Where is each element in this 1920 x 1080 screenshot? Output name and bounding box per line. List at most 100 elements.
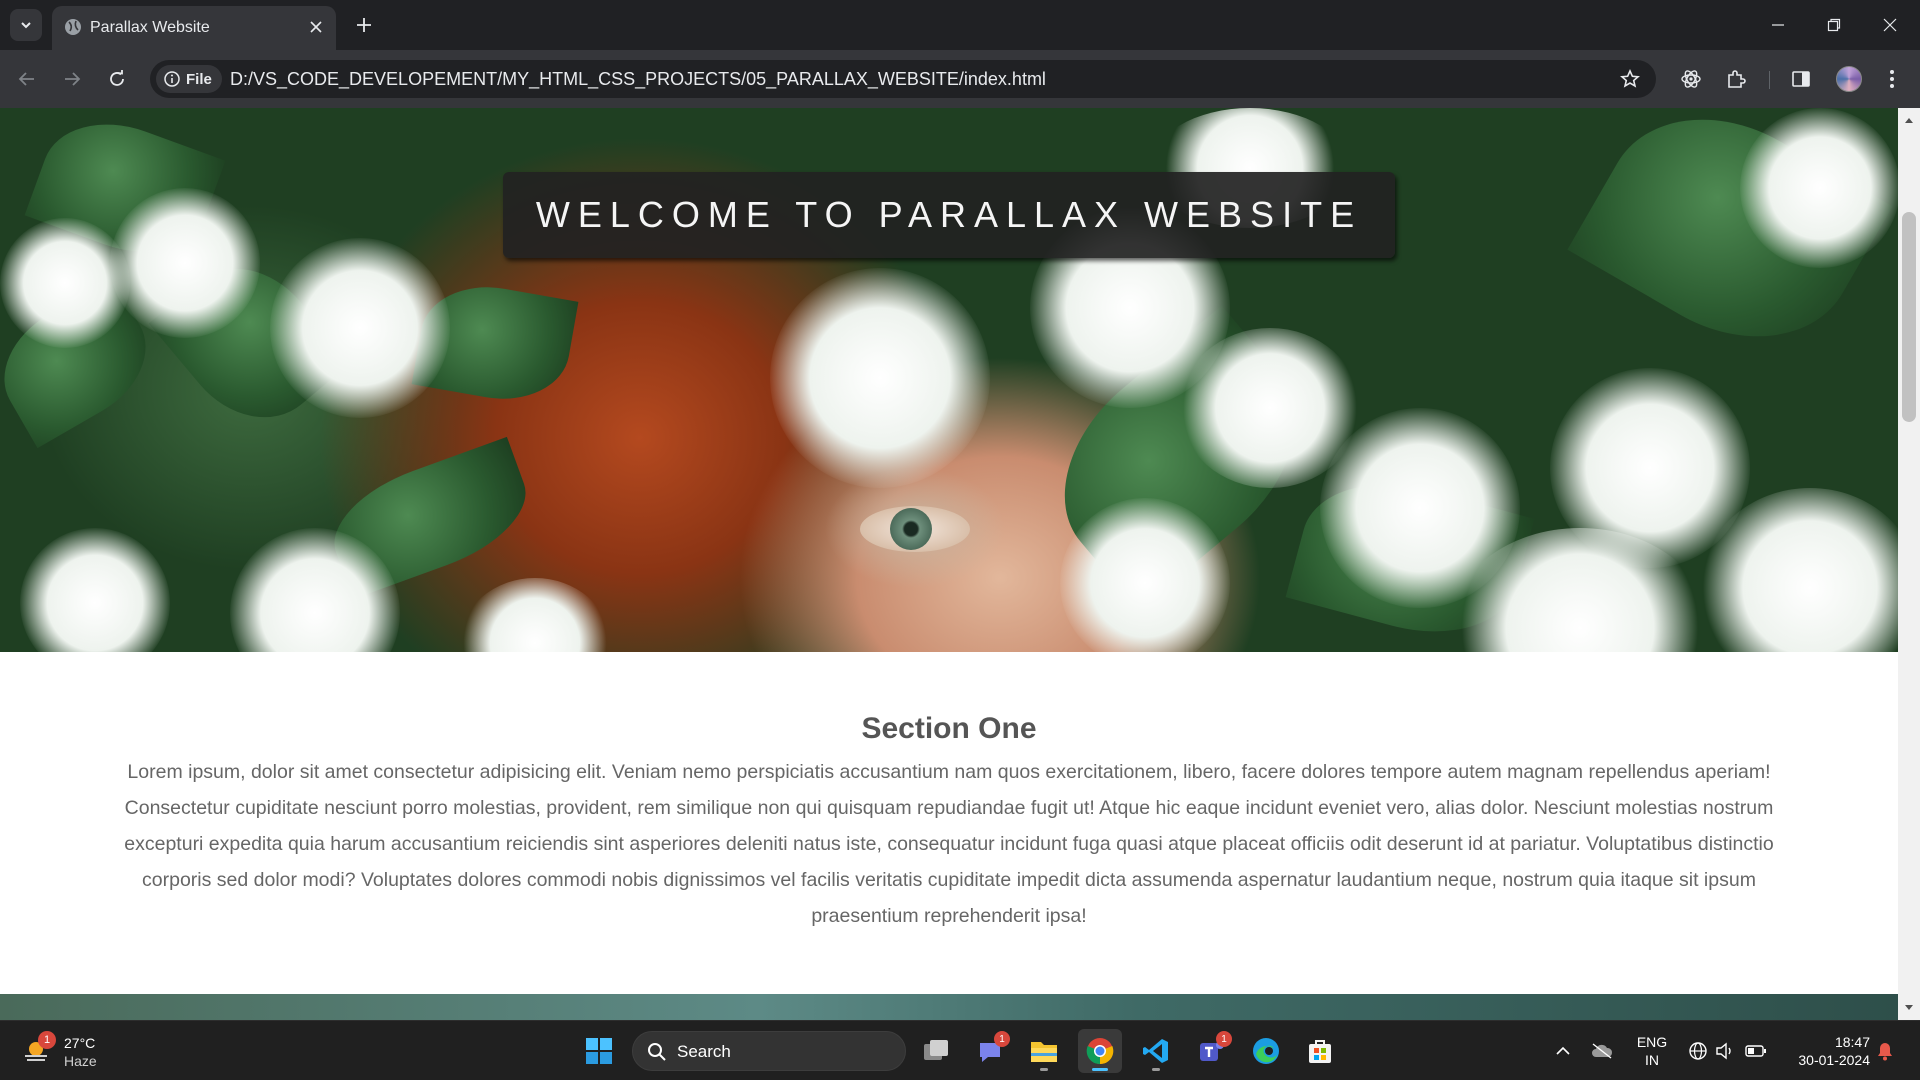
tab-title: Parallax Website <box>90 19 210 36</box>
new-tab-button[interactable] <box>350 11 378 39</box>
folder-icon <box>1031 1042 1057 1062</box>
back-icon <box>18 72 34 86</box>
store-button[interactable] <box>1298 1029 1342 1073</box>
notification-button[interactable] <box>1873 1039 1897 1063</box>
chevron-up-icon <box>1556 1046 1570 1055</box>
volume-button[interactable] <box>1713 1039 1737 1063</box>
minimize-button[interactable] <box>1750 0 1806 50</box>
iris-shape <box>890 508 932 550</box>
flower-shape <box>110 188 260 338</box>
windows-taskbar: 1 27°C Haze Search 1 1 ENG IN 18:47 30-0… <box>0 1020 1920 1080</box>
store-icon <box>1309 1040 1331 1063</box>
tab-strip: Parallax Website <box>0 0 1920 50</box>
page-viewport: WELCOME TO PARALLAX WEBSITE Section One … <box>0 108 1898 1020</box>
flower-shape <box>0 218 130 348</box>
reload-icon <box>110 70 124 86</box>
bookmark-button[interactable] <box>1618 67 1642 91</box>
windows-icon <box>586 1038 612 1064</box>
reload-button[interactable] <box>102 64 132 94</box>
hero-title: WELCOME TO PARALLAX WEBSITE <box>535 194 1363 235</box>
lang-code: ENG <box>1636 1034 1668 1050</box>
weather-condition: Haze <box>64 1053 97 1069</box>
flower-shape <box>20 528 170 652</box>
page-scrollbar[interactable] <box>1898 108 1920 1020</box>
back-button[interactable] <box>12 64 42 94</box>
flower-shape <box>770 268 990 488</box>
active-indicator <box>1092 1068 1108 1071</box>
restore-icon <box>1827 18 1841 32</box>
eye-shape <box>860 506 970 552</box>
weather-badge: 1 <box>38 1031 56 1049</box>
search-label: Search <box>677 1042 731 1061</box>
show-hidden-icons-button[interactable] <box>1551 1039 1575 1063</box>
search-icon <box>648 1043 666 1061</box>
lang-region: IN <box>1645 1052 1659 1068</box>
task-view-button[interactable] <box>914 1029 958 1073</box>
extension-button[interactable] <box>1677 65 1705 93</box>
edge-button[interactable] <box>1244 1029 1288 1073</box>
taskbar-search[interactable]: Search <box>632 1031 906 1071</box>
globe-network-icon <box>1689 1042 1707 1060</box>
battery-button[interactable] <box>1744 1039 1768 1063</box>
tab-parallax-website[interactable]: Parallax Website <box>52 6 336 50</box>
hero-parallax-image: WELCOME TO PARALLAX WEBSITE <box>0 108 1898 652</box>
running-indicator <box>1040 1068 1048 1071</box>
bell-icon <box>1878 1043 1892 1061</box>
file-explorer-button[interactable] <box>1022 1029 1066 1073</box>
star-icon <box>1620 69 1640 88</box>
scroll-down-arrow[interactable] <box>1903 1002 1915 1014</box>
edge-icon <box>1253 1038 1279 1064</box>
minimize-icon <box>1772 24 1784 26</box>
scroll-up-arrow[interactable] <box>1903 114 1915 126</box>
vscode-button[interactable] <box>1134 1029 1178 1073</box>
weather-widget[interactable]: 1 27°C Haze <box>22 1031 122 1071</box>
extensions-menu-button[interactable] <box>1722 65 1750 93</box>
forward-button[interactable] <box>57 64 87 94</box>
onedrive-button[interactable] <box>1590 1039 1614 1063</box>
chrome-button[interactable] <box>1078 1029 1122 1073</box>
file-chip-label: File <box>186 70 212 88</box>
section-one: Section One Lorem ipsum, dolor sit amet … <box>0 652 1898 994</box>
clock-date: 30-01-2024 <box>1798 1052 1870 1068</box>
weather-temp: 27°C <box>64 1035 96 1051</box>
restore-button[interactable] <box>1806 0 1862 50</box>
puzzle-icon <box>1728 70 1746 88</box>
forward-icon <box>65 72 81 86</box>
address-bar[interactable]: File D:/VS_CODE_DEVELOPEMENT/MY_HTML_CSS… <box>150 60 1656 98</box>
menu-icon <box>1890 70 1894 88</box>
tab-close-button[interactable] <box>306 17 326 37</box>
tab-search-button[interactable] <box>10 9 42 41</box>
section-paragraph: Lorem ipsum, dolor sit amet consectetur … <box>124 761 1774 927</box>
input-language[interactable]: ENG IN <box>1634 1033 1670 1069</box>
clock-time: 18:47 <box>1834 1034 1870 1050</box>
chat-badge: 1 <box>994 1031 1010 1047</box>
chrome-menu-button[interactable] <box>1878 65 1906 93</box>
plus-icon <box>357 18 371 32</box>
teams-badge: 1 <box>1216 1031 1232 1047</box>
arrow-down-icon <box>1905 1005 1913 1010</box>
window-close-button[interactable] <box>1862 0 1918 50</box>
flower-shape <box>460 578 610 652</box>
task-view-icon <box>924 1040 948 1060</box>
vscode-icon <box>1143 1039 1168 1063</box>
arrow-up-icon <box>1905 118 1913 123</box>
scroll-thumb[interactable] <box>1902 212 1916 422</box>
teams-chat-button[interactable]: 1 <box>968 1029 1012 1073</box>
close-icon <box>310 21 322 33</box>
flower-shape <box>1740 108 1898 268</box>
profile-avatar[interactable] <box>1836 66 1862 92</box>
toolbar-divider <box>1769 71 1770 89</box>
start-button[interactable] <box>577 1029 621 1073</box>
close-icon <box>1883 18 1897 32</box>
site-info-chip[interactable]: File <box>156 65 222 93</box>
url-text[interactable]: D:/VS_CODE_DEVELOPEMENT/MY_HTML_CSS_PROJ… <box>230 69 1046 90</box>
chrome-icon <box>1086 1038 1114 1065</box>
browser-toolbar: File D:/VS_CODE_DEVELOPEMENT/MY_HTML_CSS… <box>0 50 1920 108</box>
teams-button[interactable]: 1 <box>1190 1029 1234 1073</box>
side-panel-button[interactable] <box>1787 65 1815 93</box>
system-clock[interactable]: 18:47 30-01-2024 <box>1780 1033 1870 1069</box>
network-button[interactable] <box>1686 1039 1710 1063</box>
flower-shape <box>270 238 450 418</box>
hero-title-box: WELCOME TO PARALLAX WEBSITE <box>503 172 1395 258</box>
atom-extension-icon <box>1681 70 1701 88</box>
